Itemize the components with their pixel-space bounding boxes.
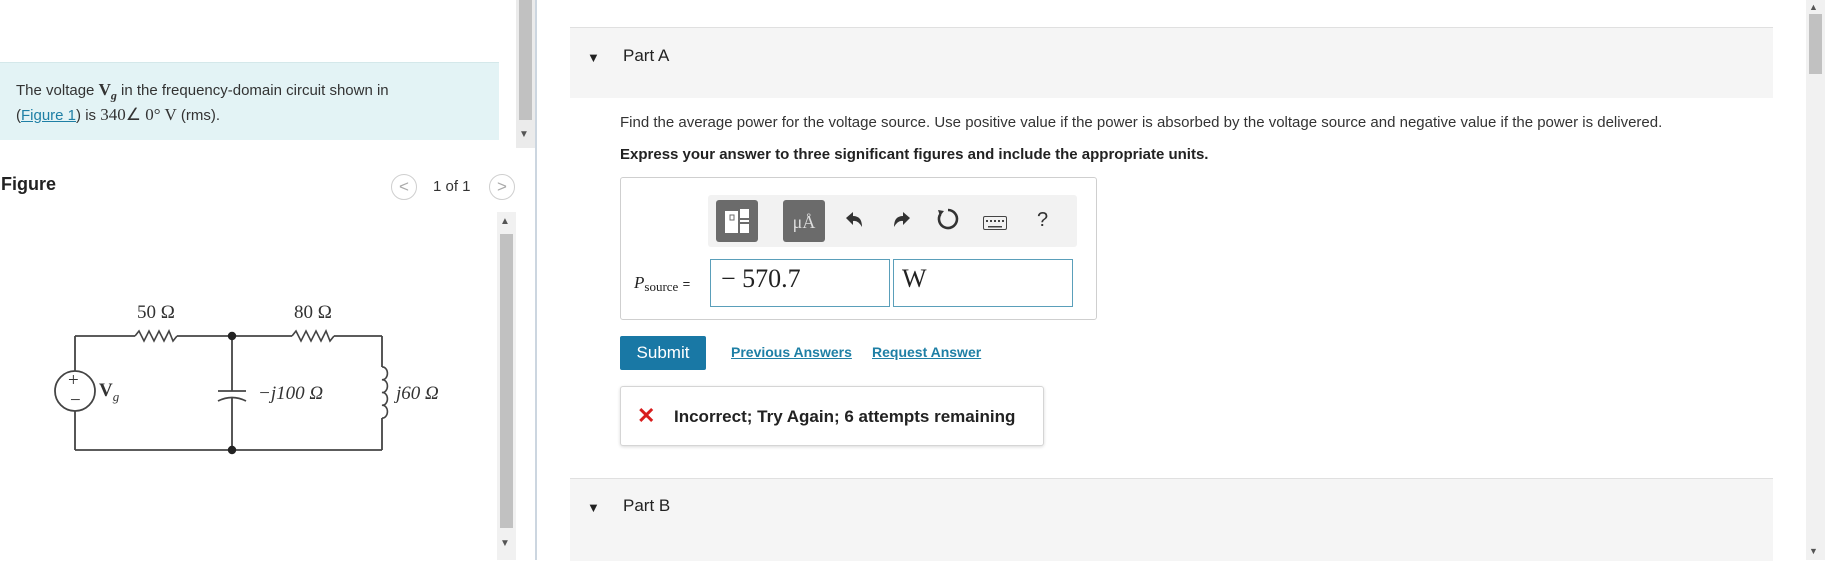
circuit-wires xyxy=(74,335,383,451)
inductor-symbol xyxy=(381,366,389,419)
page-scroll-up-arrow[interactable]: ▲ xyxy=(1809,2,1818,12)
templates-button[interactable] xyxy=(716,200,758,242)
figure-scroll-down-arrow[interactable]: ▼ xyxy=(500,538,510,549)
circuit-diagram: + − 50 Ω 80 Ω −j100 Ω j60 Ω Vg xyxy=(54,302,439,455)
voltage-value: 340∠ 0° V xyxy=(100,105,177,125)
part-a-collapse-icon[interactable]: ▼ xyxy=(587,50,600,65)
source-label: Vg xyxy=(99,380,120,404)
answer-variable-label: Psource = xyxy=(634,273,690,295)
voltage-symbol-letter: V xyxy=(98,80,111,99)
page-scroll-down-arrow[interactable]: ▼ xyxy=(1809,546,1818,556)
part-b-label[interactable]: Part B xyxy=(623,496,670,516)
problem-text-before: The voltage xyxy=(16,82,95,99)
source-label-letter: V xyxy=(99,380,113,401)
feedback-message: Incorrect; Try Again; 6 attempts remaini… xyxy=(674,407,1016,426)
figure-link[interactable]: Figure 1 xyxy=(21,107,76,124)
page-scrollbar[interactable] xyxy=(1806,0,1825,560)
pane-divider[interactable] xyxy=(535,0,537,560)
answer-variable-subscript: source xyxy=(644,279,679,294)
problem-text-after: is xyxy=(85,107,97,125)
problem-statement: The voltage Vg in the frequency-domain c… xyxy=(16,80,389,125)
problem-scroll-down-arrow[interactable]: ▼ xyxy=(519,129,529,140)
figure-prev-button[interactable]: < xyxy=(391,174,417,200)
request-answer-link[interactable]: Request Answer xyxy=(872,344,981,360)
figure-next-button[interactable]: > xyxy=(489,174,515,200)
reset-icon[interactable] xyxy=(934,206,962,239)
voltage-symbol-subscript: g xyxy=(110,88,117,103)
keyboard-icon[interactable] xyxy=(983,216,1007,230)
capacitor-label: −j100 Ω xyxy=(258,383,323,404)
part-a-label[interactable]: Part A xyxy=(623,46,669,66)
incorrect-x-icon: ✕ xyxy=(637,403,656,428)
junction-top xyxy=(227,331,237,341)
source-plus-sign: + xyxy=(68,370,79,391)
source-minus-sign: − xyxy=(70,390,81,411)
units-button[interactable]: μÅ xyxy=(783,200,825,242)
junction-bottom xyxy=(227,445,237,455)
part-a-instructions: Find the average power for the voltage s… xyxy=(620,114,1663,131)
part-b-header[interactable] xyxy=(570,478,1773,561)
submit-button[interactable]: Submit xyxy=(620,336,706,370)
resistor-80-symbol xyxy=(291,329,335,343)
problem-scrollbar-thumb[interactable] xyxy=(519,0,532,120)
resistor-80-label: 80 Ω xyxy=(294,302,332,323)
figure-scrollbar-thumb[interactable] xyxy=(500,234,513,528)
resistor-50-symbol xyxy=(134,329,178,343)
previous-answers-link[interactable]: Previous Answers xyxy=(731,344,852,360)
inductor-label: j60 Ω xyxy=(393,383,439,404)
figure-scroll-up-arrow[interactable]: ▲ xyxy=(500,216,510,227)
answer-value-input[interactable]: − 570.7 xyxy=(710,259,890,307)
page-scrollbar-thumb[interactable] xyxy=(1809,14,1822,74)
redo-icon[interactable] xyxy=(888,208,916,238)
source-label-subscript: g xyxy=(113,389,120,404)
answer-units-input[interactable]: W xyxy=(893,259,1073,307)
voltage-symbol: Vg xyxy=(98,80,117,103)
part-a-header[interactable] xyxy=(570,27,1773,98)
help-icon[interactable]: ? xyxy=(1037,209,1048,232)
templates-icon xyxy=(725,209,749,233)
undo-icon[interactable] xyxy=(840,208,868,238)
figure-counter: 1 of 1 xyxy=(433,178,471,195)
answer-variable-equals: = xyxy=(682,276,691,291)
resistor-50-label: 50 Ω xyxy=(137,302,175,323)
answer-variable-letter: P xyxy=(634,273,645,292)
voltage-value-suffix: (rms). xyxy=(180,107,221,125)
problem-text-middle: in the frequency-domain circuit shown in xyxy=(121,82,389,99)
figure-title: Figure xyxy=(1,174,57,194)
part-a-answer-format: Express your answer to three significant… xyxy=(620,146,1209,163)
part-b-collapse-icon[interactable]: ▼ xyxy=(587,500,600,515)
